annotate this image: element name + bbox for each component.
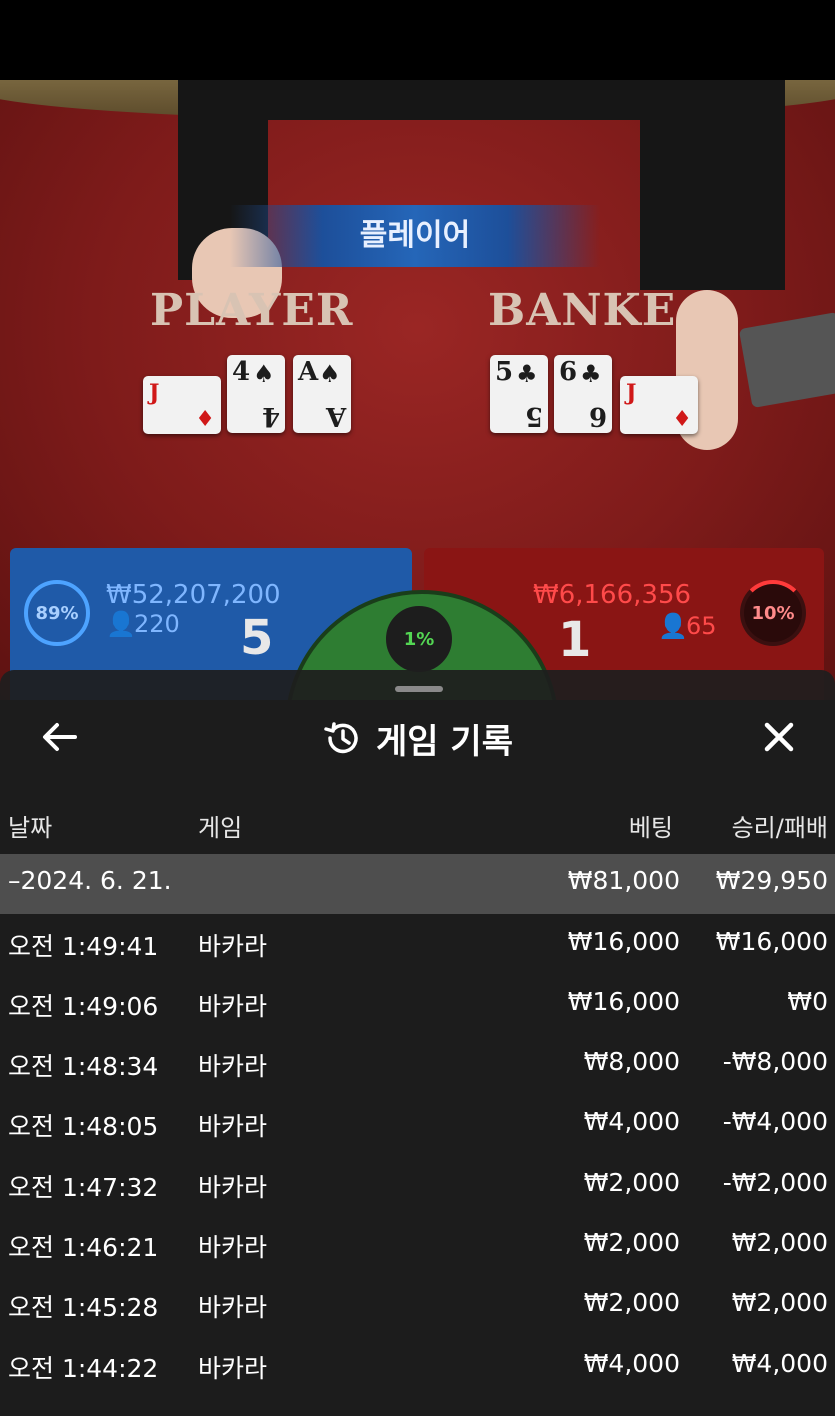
sheet-title: 게임 기록 bbox=[376, 721, 513, 762]
row-game: 바카라 bbox=[198, 932, 268, 961]
player-card-2: A ♠ A bbox=[293, 355, 351, 433]
row-time: 오전 1:47:32 bbox=[8, 1173, 159, 1202]
row-result: ₩4,000 bbox=[731, 1349, 828, 1378]
row-bet: ₩2,000 bbox=[583, 1228, 680, 1257]
close-icon bbox=[764, 722, 794, 752]
banker-card-3: J ♦ bbox=[620, 376, 698, 434]
result-banner: 플레이어 bbox=[230, 205, 600, 267]
row-time: 오전 1:49:06 bbox=[8, 992, 159, 1021]
row-game: 바카라 bbox=[198, 992, 268, 1021]
live-table-video: 플레이어 PLAYER BANKE J ♦ 4 ♠ 4 A ♠ A 5 ♣ 5 … bbox=[0, 80, 835, 700]
history-row[interactable]: 오전 1:49:06 바카라 ₩16,000 ₩0 bbox=[0, 975, 835, 1035]
player-score: 5 bbox=[240, 610, 274, 666]
row-result: ₩2,000 bbox=[731, 1288, 828, 1317]
row-result: ₩2,000 bbox=[731, 1228, 828, 1257]
dealer-body bbox=[260, 80, 640, 120]
tie-percent-ring: 1% bbox=[383, 603, 455, 675]
history-row[interactable]: 오전 1:48:05 바카라 ₩4,000 -₩4,000 bbox=[0, 1095, 835, 1155]
history-row[interactable]: 오전 1:49:41 바카라 ₩16,000 ₩16,000 bbox=[0, 915, 835, 975]
summary-result: ₩29,950 bbox=[715, 866, 828, 895]
row-result: -₩2,000 bbox=[722, 1168, 828, 1197]
player-card-3: J ♦ bbox=[143, 376, 221, 434]
player-area-label: PLAYER bbox=[150, 285, 354, 336]
banker-area-label: BANKE bbox=[488, 285, 677, 336]
row-result: ₩16,000 bbox=[715, 927, 828, 956]
history-row[interactable]: 오전 1:47:32 바카라 ₩2,000 -₩2,000 bbox=[0, 1156, 835, 1216]
row-game: 바카라 bbox=[198, 1173, 268, 1202]
game-history-sheet: 게임 기록 날짜 게임 베팅 승리/패배 –2024. 6. 21. ₩81,0… bbox=[0, 670, 835, 1416]
row-game: 바카라 bbox=[198, 1112, 268, 1141]
player-count-icon: 👤 bbox=[106, 610, 136, 638]
status-bar bbox=[0, 0, 835, 80]
history-row[interactable]: 오전 1:44:22 바카라 ₩4,000 ₩4,000 bbox=[0, 1337, 835, 1397]
date-summary-row[interactable]: –2024. 6. 21. ₩81,000 ₩29,950 bbox=[0, 854, 835, 914]
row-bet: ₩8,000 bbox=[583, 1047, 680, 1076]
row-bet: ₩16,000 bbox=[567, 927, 680, 956]
player-bet-amount: ₩52,207,200 bbox=[106, 580, 281, 610]
row-game: 바카라 bbox=[198, 1354, 268, 1383]
sheet-drag-handle[interactable] bbox=[395, 686, 443, 692]
history-clock-icon bbox=[324, 722, 358, 754]
row-bet: ₩4,000 bbox=[583, 1107, 680, 1136]
row-time: 오전 1:49:41 bbox=[8, 932, 159, 961]
banker-percent-ring: 10% bbox=[740, 580, 806, 646]
player-percent-ring: 89% bbox=[24, 580, 90, 646]
history-row[interactable]: 오전 1:46:21 바카라 ₩2,000 ₩2,000 bbox=[0, 1216, 835, 1276]
row-game: 바카라 bbox=[198, 1233, 268, 1262]
sheet-header: 게임 기록 bbox=[0, 710, 835, 766]
history-row[interactable]: 오전 1:45:28 바카라 ₩2,000 ₩2,000 bbox=[0, 1276, 835, 1336]
row-game: 바카라 bbox=[198, 1293, 268, 1322]
summary-bet: ₩81,000 bbox=[567, 866, 680, 895]
column-header-game: 게임 bbox=[198, 814, 243, 842]
player-count: 220 bbox=[134, 610, 180, 638]
row-bet: ₩16,000 bbox=[567, 987, 680, 1016]
row-result: -₩8,000 bbox=[722, 1047, 828, 1076]
banker-bet-amount: ₩6,166,356 bbox=[533, 580, 692, 610]
row-time: 오전 1:46:21 bbox=[8, 1233, 159, 1262]
banker-card-2: 6 ♣ 6 bbox=[554, 355, 612, 433]
summary-date: –2024. 6. 21. bbox=[8, 866, 172, 895]
row-time: 오전 1:44:22 bbox=[8, 1354, 159, 1383]
row-result: ₩0 bbox=[787, 987, 828, 1016]
card-shoe bbox=[738, 311, 835, 409]
row-bet: ₩2,000 bbox=[583, 1168, 680, 1197]
column-header-result: 승리/패배 bbox=[731, 814, 828, 842]
banker-count: 65 bbox=[686, 612, 717, 640]
banker-count-icon: 👤 bbox=[658, 612, 688, 640]
close-button[interactable] bbox=[756, 714, 802, 760]
row-bet: ₩2,000 bbox=[583, 1288, 680, 1317]
banker-card-1: 5 ♣ 5 bbox=[490, 355, 548, 433]
row-time: 오전 1:48:34 bbox=[8, 1052, 159, 1081]
row-time: 오전 1:48:05 bbox=[8, 1112, 159, 1141]
row-bet: ₩4,000 bbox=[583, 1349, 680, 1378]
row-game: 바카라 bbox=[198, 1052, 268, 1081]
row-time: 오전 1:45:28 bbox=[8, 1293, 159, 1322]
history-row[interactable]: 오전 1:48:34 바카라 ₩8,000 -₩8,000 bbox=[0, 1035, 835, 1095]
column-header-date: 날짜 bbox=[8, 814, 53, 842]
dealer-right-arm bbox=[640, 80, 785, 290]
banker-score: 1 bbox=[558, 612, 592, 668]
player-card-1: 4 ♠ 4 bbox=[227, 355, 285, 433]
row-result: -₩4,000 bbox=[722, 1107, 828, 1136]
column-header-bet: 베팅 bbox=[628, 814, 673, 842]
